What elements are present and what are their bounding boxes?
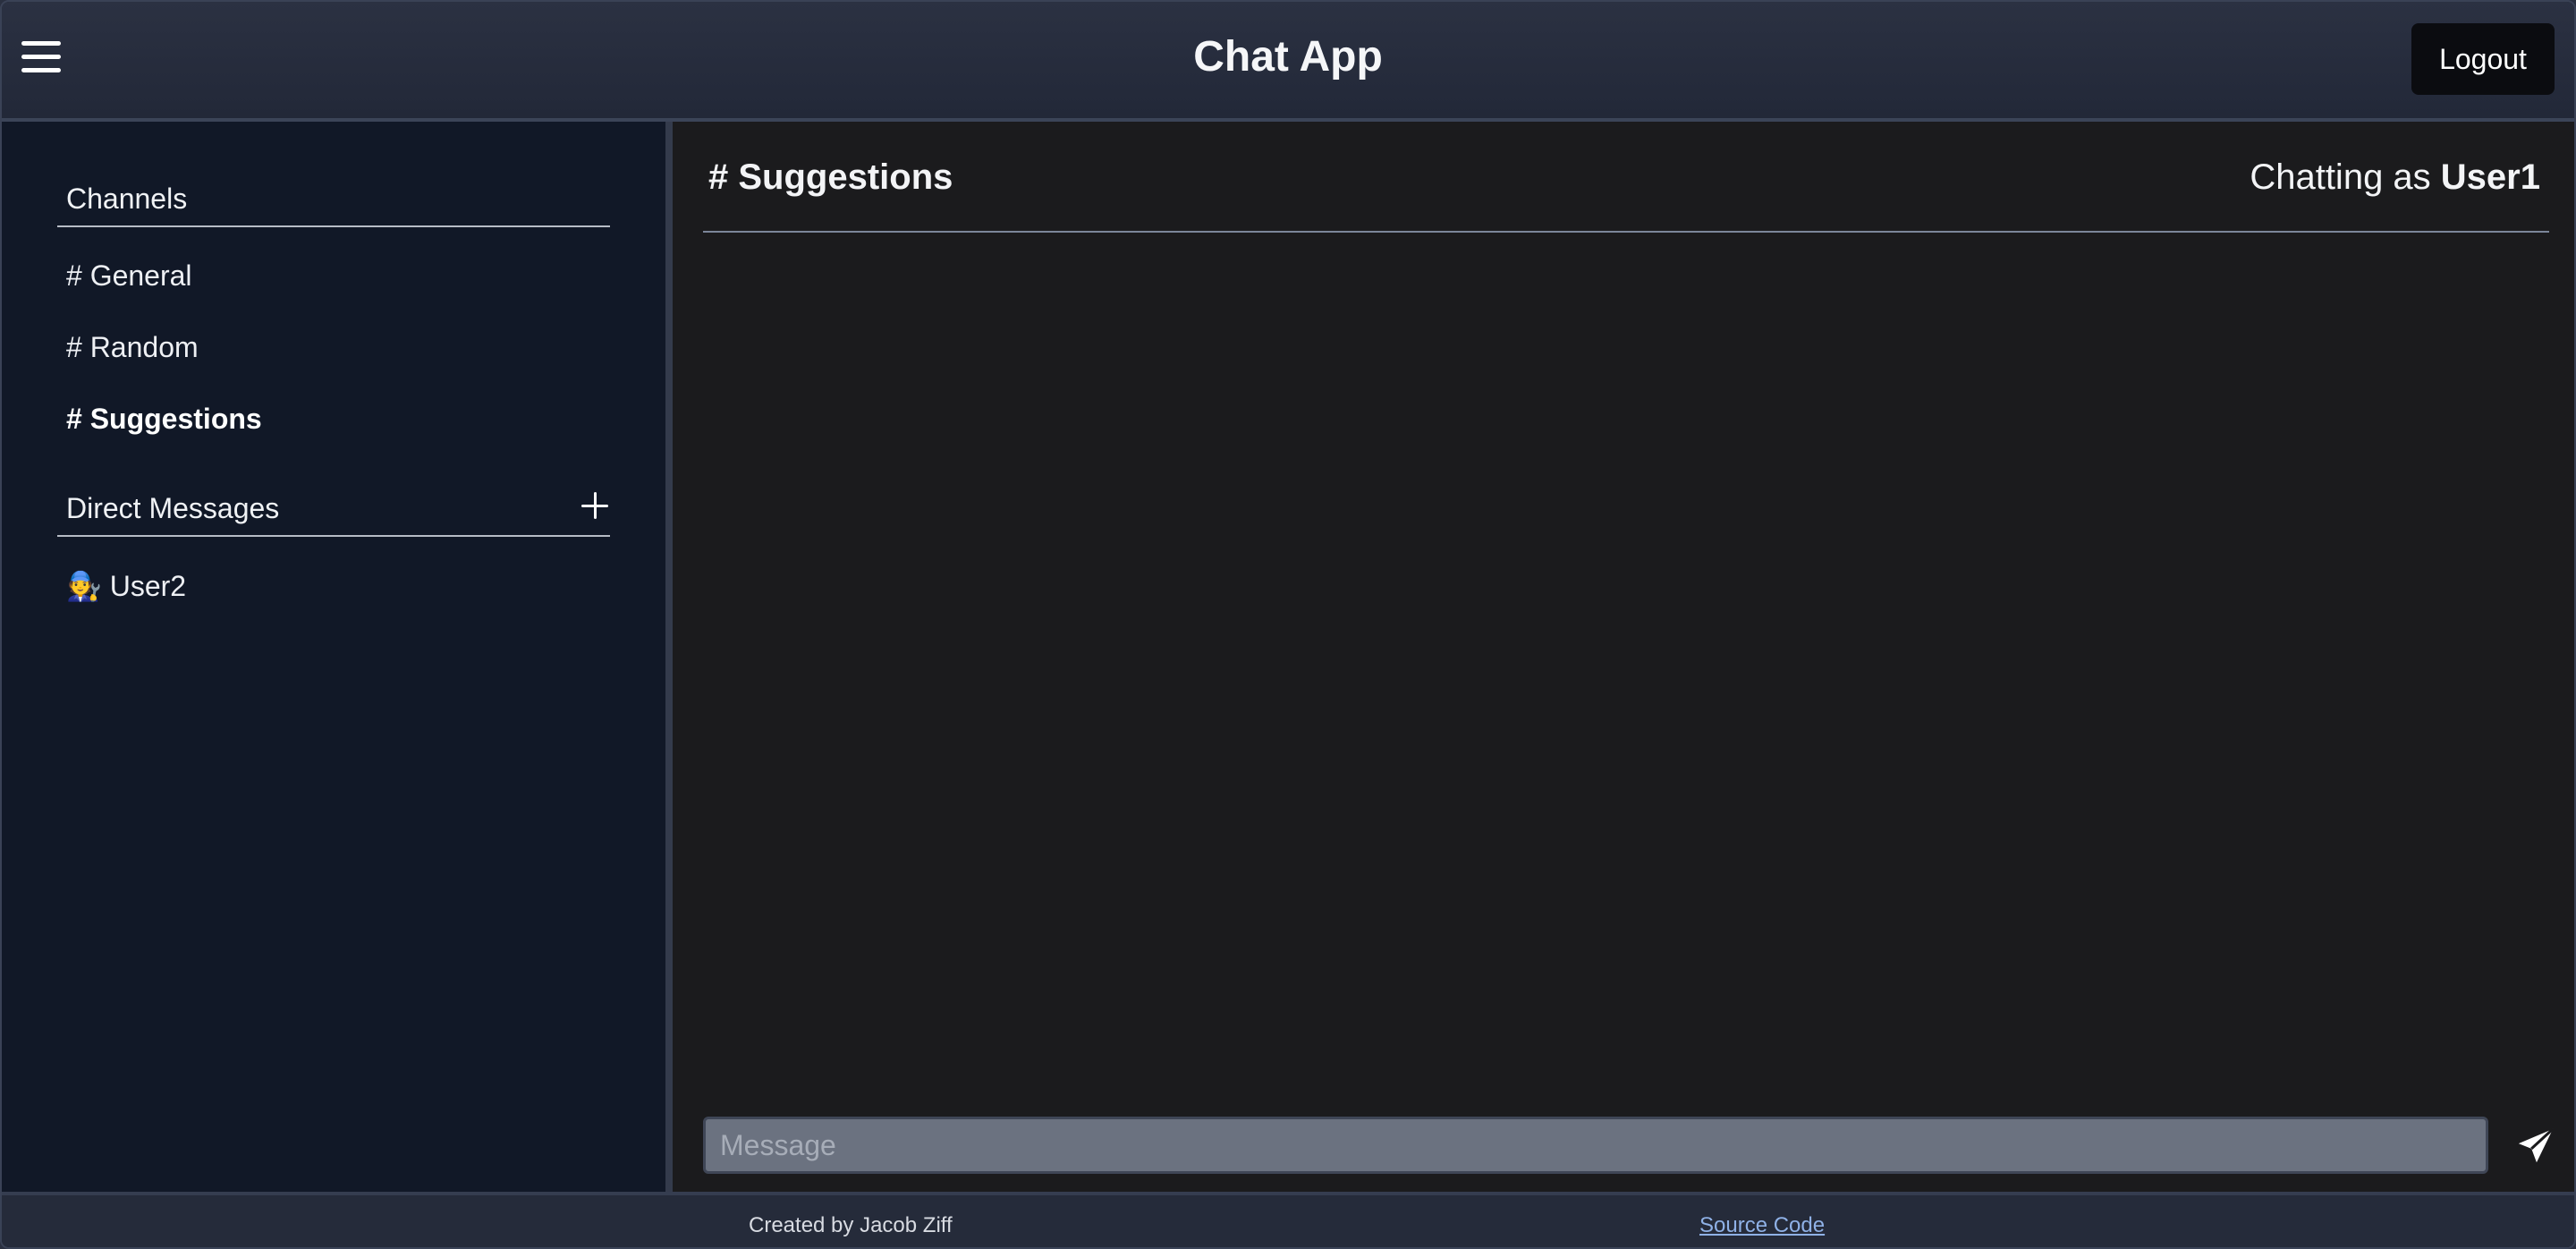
sidebar-item-user2[interactable]: 🧑‍🔧 User2 xyxy=(66,569,186,603)
app-title: Chat App xyxy=(1193,33,1383,81)
app-header: Chat App Logout xyxy=(2,2,2574,122)
chatting-as-label: Chatting as User1 xyxy=(2250,157,2540,198)
current-username: User1 xyxy=(2440,157,2540,197)
chat-panel: # Suggestions Chatting as User1 xyxy=(673,122,2574,1192)
direct-messages-title: Direct Messages xyxy=(66,492,280,524)
source-code-link[interactable]: Source Code xyxy=(1699,1213,1825,1238)
footer-credit: Created by Jacob Ziff xyxy=(749,1213,953,1237)
paper-plane-icon[interactable] xyxy=(2515,1126,2556,1167)
sidebar: Channels # General # Random # Suggestion… xyxy=(2,122,665,1192)
channels-title: Channels xyxy=(66,183,188,215)
sidebar-item-suggestions[interactable]: # Suggestions xyxy=(66,403,262,436)
chatting-as-prefix: Chatting as xyxy=(2250,157,2431,197)
sidebar-divider xyxy=(665,122,673,1192)
sidebar-item-general[interactable]: # General xyxy=(66,259,192,293)
logout-button[interactable]: Logout xyxy=(2411,23,2555,95)
message-list xyxy=(703,238,2549,1106)
channels-section-header: Channels xyxy=(57,174,610,227)
direct-messages-section-header: Direct Messages xyxy=(57,483,610,537)
app-window: Chat App Logout Channels # General # Ran… xyxy=(0,0,2576,1249)
channel-header-divider xyxy=(703,231,2549,233)
app-footer: Created by Jacob Ziff Source Code xyxy=(2,1192,2574,1247)
plus-icon[interactable] xyxy=(580,490,610,521)
channel-title: # Suggestions xyxy=(708,157,953,197)
message-input[interactable] xyxy=(703,1117,2488,1174)
sidebar-item-random[interactable]: # Random xyxy=(66,331,199,364)
